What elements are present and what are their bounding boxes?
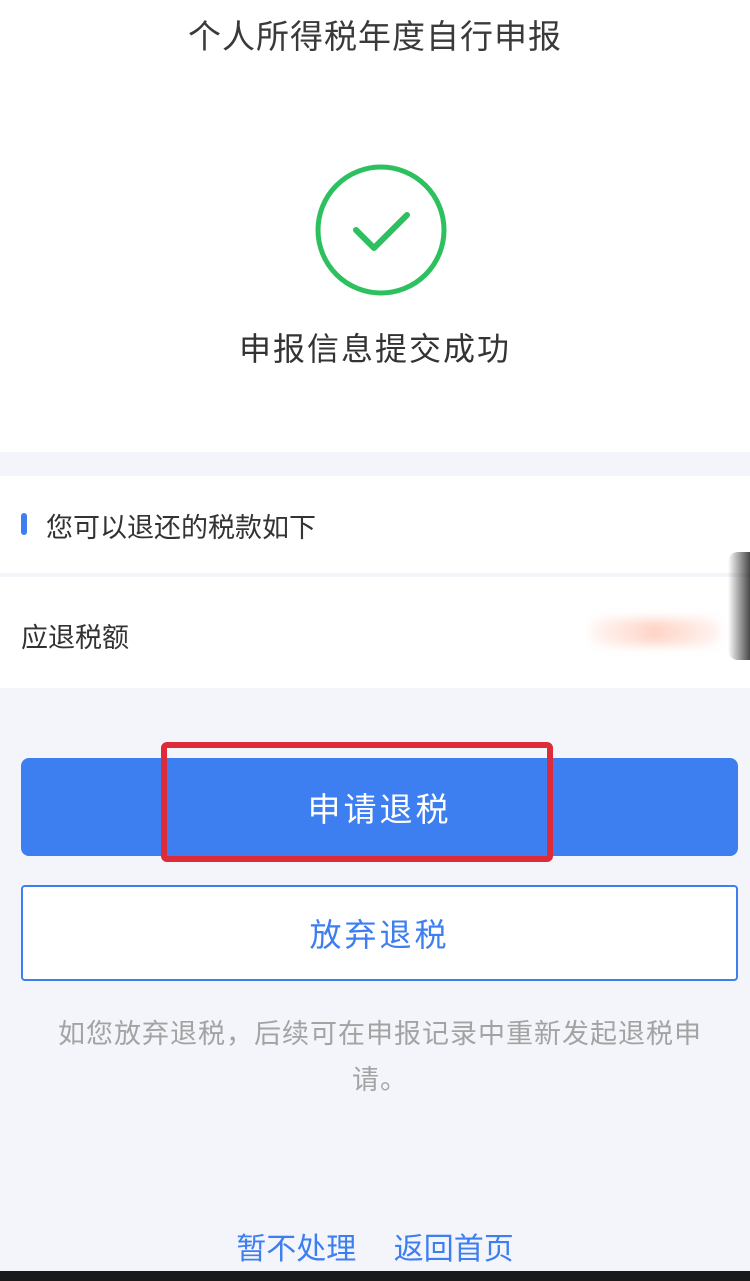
abandon-refund-button[interactable]: 放弃退税 <box>21 885 738 981</box>
success-check-icon <box>315 164 447 296</box>
section-accent-bar <box>21 513 27 535</box>
success-message: 申报信息提交成功 <box>238 330 511 368</box>
bottom-links: 暂不处理 返回首页 <box>0 1224 750 1268</box>
refund-section-title: 您可以退还的税款如下 <box>46 513 316 544</box>
abandon-hint-text: 如您放弃退税，后续可在申报记录中重新发起退税申请。 <box>58 1019 702 1096</box>
refund-amount-value-blurred <box>590 619 720 645</box>
refund-section-header: 您可以退还的税款如下 <box>0 476 750 573</box>
home-link[interactable]: 返回首页 <box>394 1224 514 1268</box>
refund-amount-label: 应退税额 <box>21 623 129 654</box>
refund-amount-row: 应退税额 <box>0 577 750 688</box>
later-link[interactable]: 暂不处理 <box>236 1224 356 1268</box>
bottom-bar <box>0 1271 750 1281</box>
page-title: 个人所得税年度自行申报 <box>188 17 562 56</box>
annotation-highlight-box <box>161 742 553 862</box>
result-card: 个人所得税年度自行申报 申报信息提交成功 <box>0 0 750 452</box>
edge-shadow <box>728 552 750 660</box>
